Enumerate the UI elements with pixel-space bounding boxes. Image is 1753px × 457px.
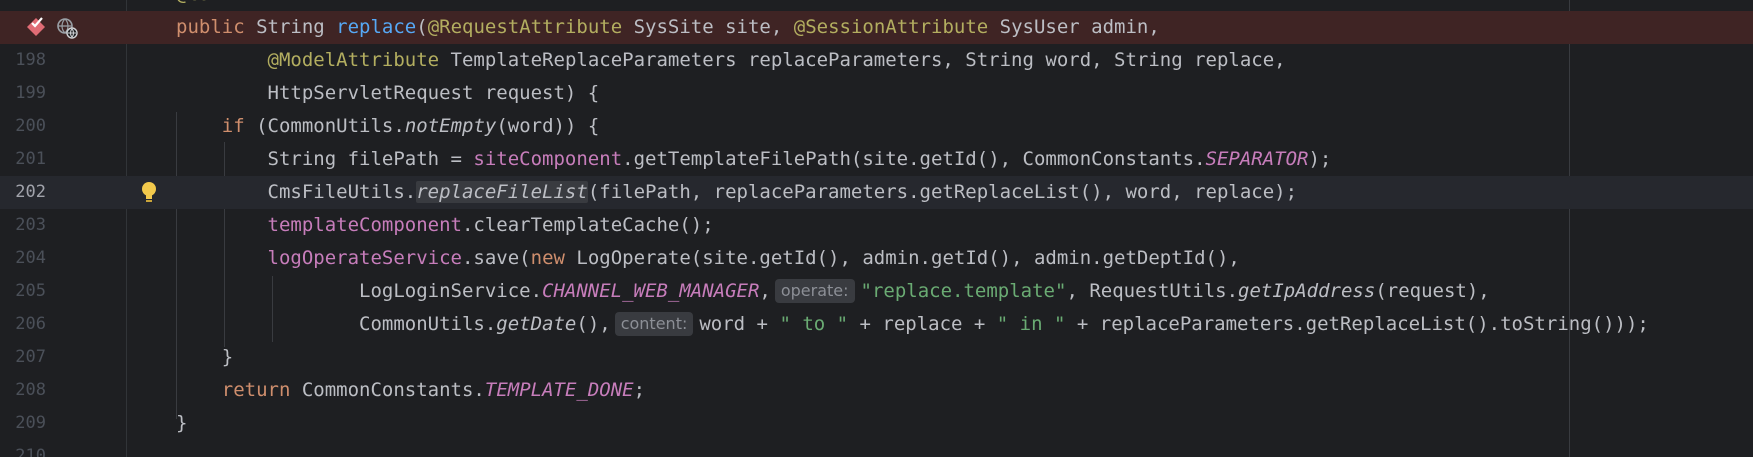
code-text: @ModelAttribute TemplateReplaceParameter… (267, 49, 1286, 71)
code-text: if (CommonUtils.notEmpty(word)) { (221, 115, 600, 137)
code-line-207[interactable]: 207 } (0, 341, 1753, 374)
line-number: 208 (15, 380, 46, 400)
code-line-204[interactable]: 204 logOperateService.save(new LogOperat… (0, 242, 1753, 275)
code-line-205[interactable]: 205 LogLoginService.CHANNEL_WEB_MANAGER,… (0, 275, 1753, 308)
code-text: CommonUtils.getDate(), content: word + " t… (176, 312, 1649, 336)
code-text: } (176, 412, 188, 434)
line-number: 204 (15, 248, 46, 268)
parameter-hint-operate: operate: (774, 279, 855, 303)
web-endpoint-icon[interactable] (56, 17, 78, 39)
code-text: } (176, 346, 234, 368)
code-line-198[interactable]: 198 @ModelAttribute TemplateReplaceParam… (0, 44, 1753, 77)
code-line-197[interactable]: public String replace(@RequestAttribute … (0, 11, 1753, 44)
breakpoint-check-icon[interactable] (24, 15, 48, 39)
code-text: LogLoginService.CHANNEL_WEB_MANAGER, oper… (176, 279, 1490, 303)
code-line-partial-top: @Csrf (0, 0, 1753, 11)
code-text: templateComponent.clearTemplateCache(); (267, 214, 714, 236)
code-line-206[interactable]: 206 CommonUtils.getDate(), content: word +… (0, 308, 1753, 341)
code-text: logOperateService.save(new LogOperate(si… (267, 247, 1240, 269)
line-number: 203 (15, 215, 46, 235)
code-line-202[interactable]: 202 CmsFileUtils.replaceFileList(filePat… (0, 176, 1753, 209)
code-text: String filePath = siteComponent.getTempl… (176, 148, 1332, 170)
parameter-hint-content: content: (614, 312, 694, 336)
selected-word: replaceFileList (416, 181, 588, 203)
line-number: 210 (15, 446, 46, 457)
line-number: 206 (15, 314, 46, 334)
code-text: CmsFileUtils.replaceFileList(filePath, r… (176, 181, 1298, 203)
code-line-200[interactable]: 200 if (CommonUtils.notEmpty(word)) { (0, 110, 1753, 143)
line-number: 205 (15, 281, 46, 301)
code-line-partial-bottom: 210 (0, 440, 1753, 457)
code-text: @Csrf (176, 0, 233, 11)
line-number: 199 (15, 83, 46, 103)
code-line-201[interactable]: 201 String filePath = siteComponent.getT… (0, 143, 1753, 176)
line-number: 201 (15, 149, 46, 169)
code-line-203[interactable]: 203 templateComponent.clearTemplateCache… (0, 209, 1753, 242)
code-line-209[interactable]: 209 } (0, 407, 1753, 440)
code-text: return CommonConstants.TEMPLATE_DONE; (221, 379, 646, 401)
code-editor[interactable]: @Csrf public String replace(@RequestAttr… (0, 0, 1753, 457)
code-text: public String replace(@RequestAttribute … (176, 16, 1160, 38)
line-number: 198 (15, 50, 46, 70)
line-number: 202 (15, 182, 46, 202)
line-number: 207 (15, 347, 46, 367)
line-number: 200 (15, 116, 46, 136)
lightbulb-icon[interactable] (139, 180, 159, 204)
code-line-199[interactable]: 199 HttpServletRequest request) { (0, 77, 1753, 110)
line-number: 209 (15, 413, 46, 433)
code-line-208[interactable]: 208 return CommonConstants.TEMPLATE_DONE… (0, 374, 1753, 407)
code-text: HttpServletRequest request) { (176, 82, 600, 104)
